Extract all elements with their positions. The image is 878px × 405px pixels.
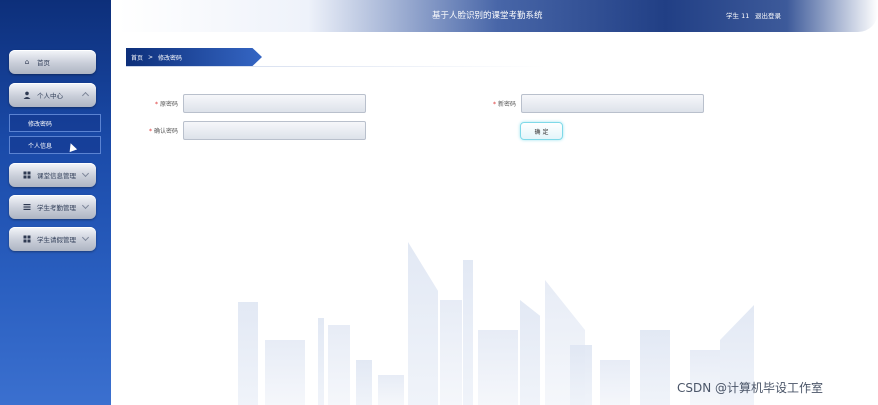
- breadcrumb: 首页 > 修改密码: [126, 48, 262, 66]
- app-title: 基于人脸识别的课堂考勤系统: [432, 11, 543, 21]
- sidebar-item-label: 学生请假管理: [37, 236, 76, 244]
- old-password-label: * 原密码: [154, 101, 178, 108]
- chevron-down-icon: [81, 169, 90, 178]
- breadcrumb-home[interactable]: 首页: [131, 53, 143, 62]
- sidebar-item-label: 课堂信息管理: [37, 172, 76, 180]
- sidebar-subitem-personal-info[interactable]: 个人信息: [9, 136, 101, 154]
- chevron-up-icon: [81, 91, 90, 100]
- sidebar-item-class-info[interactable]: 课堂信息管理: [9, 163, 96, 187]
- sidebar-item-label: 个人中心: [37, 92, 63, 100]
- sidebar-subitem-label: 修改密码: [28, 120, 53, 128]
- sidebar: ⌂ 首页 个人中心 修改密码 个人信息 课堂信息管理 学生考勤管理 学生请假管理: [0, 0, 111, 405]
- new-password-input[interactable]: [521, 94, 704, 113]
- grid-icon: [23, 235, 31, 243]
- sidebar-item-home[interactable]: ⌂ 首页: [9, 50, 96, 74]
- old-password-input[interactable]: [183, 94, 366, 113]
- confirm-password-input[interactable]: [183, 121, 366, 140]
- chevron-down-icon: [81, 201, 90, 210]
- logout-link[interactable]: 退出登录: [755, 10, 781, 20]
- list-icon: [23, 203, 31, 211]
- breadcrumb-separator: >: [148, 53, 154, 61]
- sidebar-item-leave[interactable]: 学生请假管理: [9, 227, 96, 251]
- current-user: 学生 11: [726, 12, 750, 20]
- sidebar-subitem-change-password[interactable]: 修改密码: [9, 114, 101, 132]
- confirm-button[interactable]: 确 定: [520, 122, 563, 140]
- watermark: CSDN @计算机毕设工作室: [677, 381, 824, 395]
- sidebar-item-label: 学生考勤管理: [37, 204, 76, 212]
- top-header: 基于人脸识别的课堂考勤系统 学生 11 退出登录: [118, 0, 878, 32]
- chevron-down-icon: [81, 233, 90, 242]
- sidebar-item-label: 首页: [37, 59, 50, 67]
- sidebar-subitem-label: 个人信息: [28, 142, 53, 150]
- sidebar-item-personal-center[interactable]: 个人中心: [9, 83, 96, 107]
- sidebar-item-attendance[interactable]: 学生考勤管理: [9, 195, 96, 219]
- user-icon: [23, 91, 31, 99]
- confirm-password-label: * 确认密码: [148, 128, 178, 135]
- home-icon: ⌂: [24, 58, 30, 66]
- breadcrumb-divider: [126, 66, 546, 67]
- grid-icon: [23, 171, 31, 179]
- breadcrumb-current: 修改密码: [158, 54, 183, 62]
- new-password-label: * 新密码: [492, 101, 516, 108]
